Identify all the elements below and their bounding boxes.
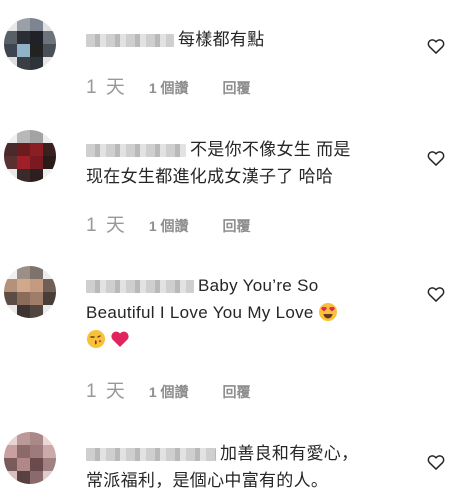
avatar[interactable] <box>4 432 56 484</box>
comment-body-line1: 不是你不像女生 而是 <box>190 140 351 159</box>
red-heart-emoji <box>111 331 129 347</box>
comment-body-line2: 现在女生都進化成女漢子了 哈哈 <box>86 167 334 186</box>
comment-text: 加善良和有愛心， 常派福利，是個心中富有的人。 <box>86 440 406 494</box>
heart-outline-icon[interactable] <box>426 148 446 168</box>
comment-text: 不是你不像女生 而是 现在女生都進化成女漢子了 哈哈 <box>86 136 406 190</box>
comment-meta: 1 天 1 個讚 回覆 <box>86 210 251 237</box>
comment-likes[interactable]: 1 個讚 <box>149 216 189 236</box>
comment-time[interactable]: 1 天 <box>86 376 127 403</box>
avatar[interactable] <box>4 130 56 182</box>
reply-button[interactable]: 回覆 <box>223 216 251 236</box>
comment-item: 每樣都有點 1 天 1 個讚 回覆 <box>0 0 456 120</box>
comment-body: 每樣都有點 <box>178 30 265 49</box>
username-blurred[interactable] <box>86 280 194 294</box>
comment-meta: 1 天 1 個讚 回覆 <box>86 72 251 99</box>
comment-time[interactable]: 1 天 <box>86 210 127 237</box>
reply-button[interactable]: 回覆 <box>223 382 251 402</box>
comment-likes[interactable]: 1 個讚 <box>149 382 189 402</box>
username-blurred[interactable] <box>86 144 186 158</box>
comment-text: 每樣都有點 <box>86 26 406 53</box>
comment-body-line2: 常派福利，是個心中富有的人。 <box>86 471 329 490</box>
comment-item: 不是你不像女生 而是 现在女生都進化成女漢子了 哈哈 1 天 1 個讚 回覆 <box>0 120 456 248</box>
heart-outline-icon[interactable] <box>426 452 446 472</box>
reply-button[interactable]: 回覆 <box>223 78 251 98</box>
comment-likes[interactable]: 1 個讚 <box>149 78 189 98</box>
heart-outline-icon[interactable] <box>426 284 446 304</box>
comment-meta: 1 天 1 個讚 回覆 <box>86 376 251 403</box>
comment-time[interactable]: 1 天 <box>86 72 127 99</box>
username-blurred[interactable] <box>86 34 174 48</box>
avatar[interactable] <box>4 266 56 318</box>
comment-item: Baby You’re So Beautiful I Love You My L… <box>0 248 456 416</box>
comment-text: Baby You’re So Beautiful I Love You My L… <box>86 272 406 353</box>
heart-outline-icon[interactable] <box>426 36 446 56</box>
username-blurred[interactable] <box>86 448 216 462</box>
comment-body-line2: Beautiful I Love You My Love <box>86 303 314 322</box>
heart-eyes-emoji <box>318 303 337 321</box>
avatar[interactable] <box>4 18 56 70</box>
comment-item: 加善良和有愛心， 常派福利，是個心中富有的人。 <box>0 416 456 494</box>
kissing-face-emoji <box>87 330 105 348</box>
comment-body-line1: Baby You’re So <box>198 276 319 295</box>
comment-body-line1: 加善良和有愛心， <box>220 444 359 463</box>
